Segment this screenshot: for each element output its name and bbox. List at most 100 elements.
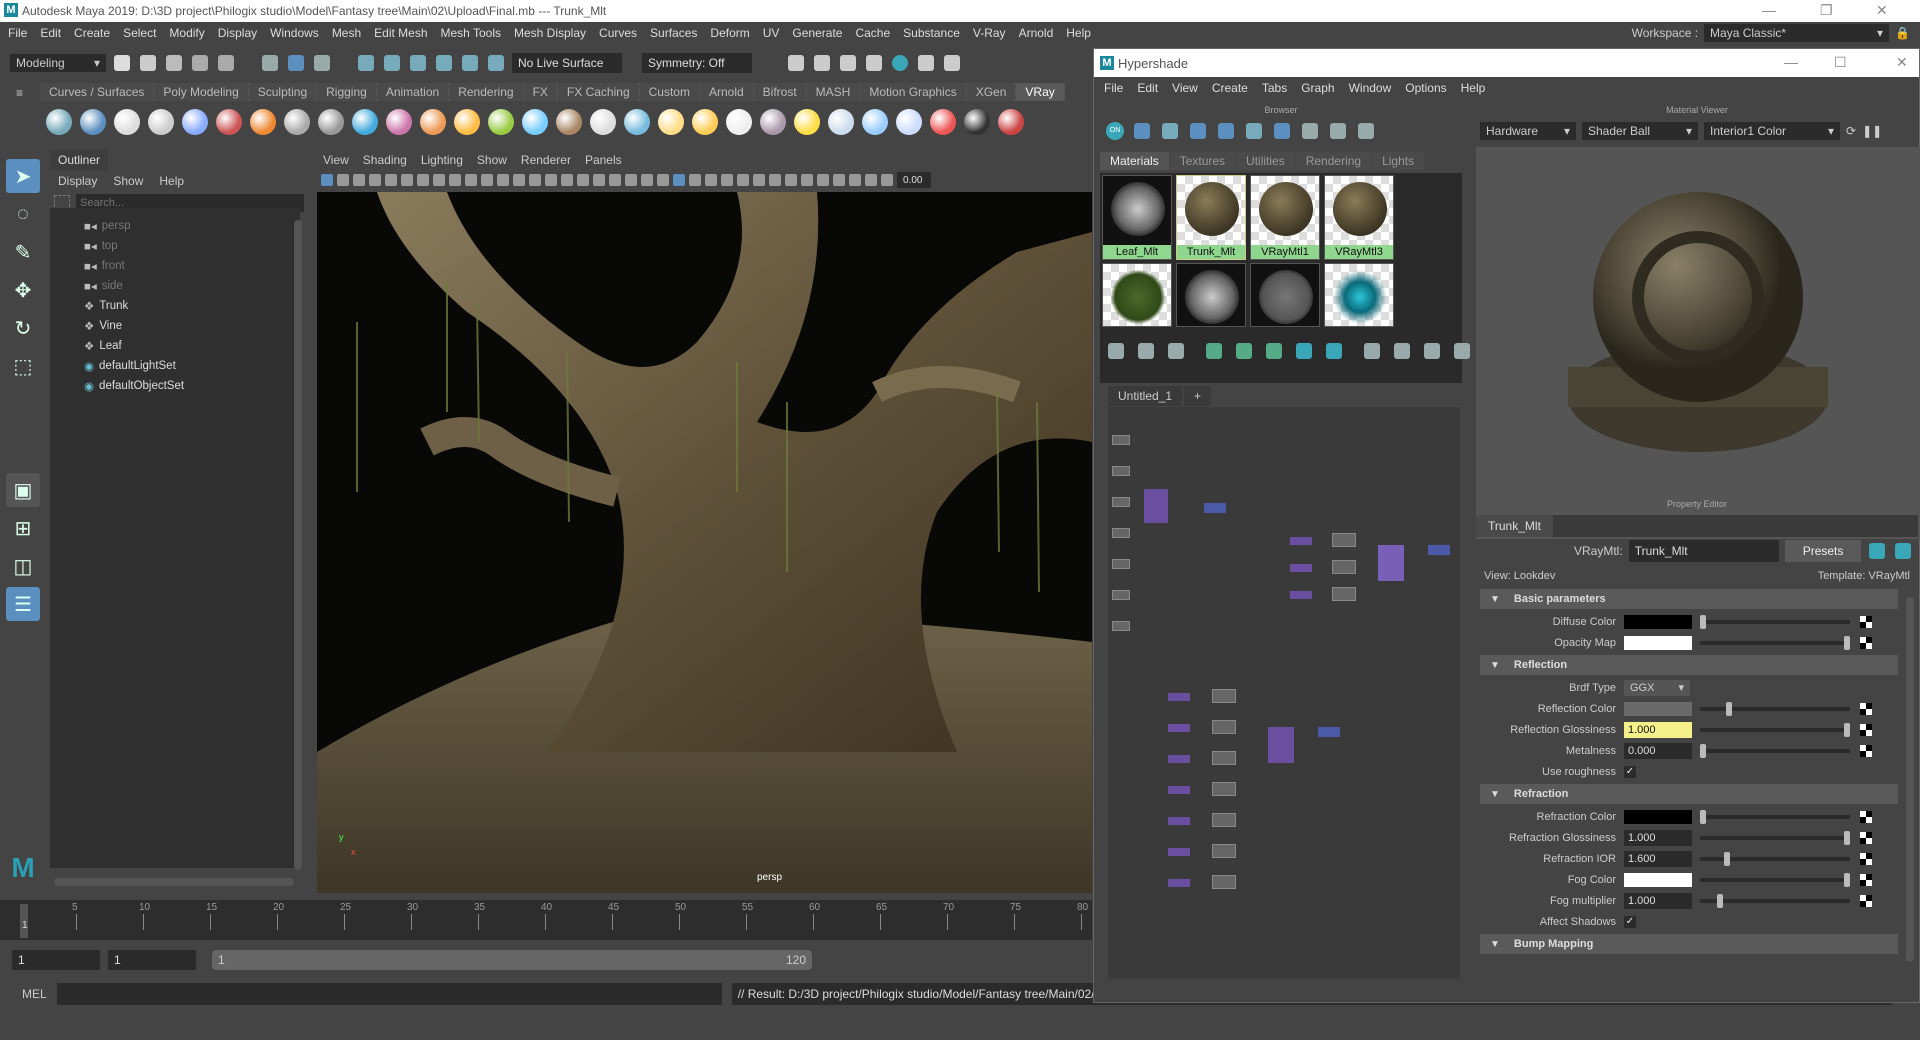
icon-view-icon[interactable] [1134, 123, 1150, 139]
menu-file[interactable]: File [8, 26, 27, 40]
vray-shelf-tool-icon[interactable] [284, 109, 310, 135]
graph-node[interactable] [1112, 590, 1130, 600]
map-texture-icon[interactable] [1860, 873, 1872, 886]
sort-name-icon[interactable] [1274, 123, 1290, 139]
menu-substance[interactable]: Substance [903, 26, 960, 40]
number-field[interactable]: 0.000 [1624, 742, 1692, 759]
collapse-triangle-icon[interactable]: ▼ [1490, 660, 1500, 671]
collapse-triangle-icon[interactable]: ▼ [1490, 789, 1500, 800]
sort-time-icon[interactable] [1330, 123, 1346, 139]
close-icon[interactable]: ✕ [1896, 54, 1908, 71]
select-tool-icon[interactable]: ➤ [6, 159, 40, 193]
close-icon[interactable]: ✕ [1876, 2, 1888, 19]
map-texture-icon[interactable] [1860, 831, 1872, 844]
render-view-icon[interactable] [918, 55, 934, 71]
viewport-tool-icon[interactable] [497, 174, 509, 186]
slider-handle[interactable] [1844, 635, 1850, 650]
viewport-menu-shading[interactable]: Shading [363, 153, 407, 167]
texture-swatch[interactable] [1102, 263, 1172, 327]
viewport-menu-lighting[interactable]: Lighting [421, 153, 463, 167]
texture-swatch[interactable] [1250, 263, 1320, 327]
graph-node[interactable] [1112, 435, 1130, 445]
hypershade-menu-edit[interactable]: Edit [1137, 81, 1158, 95]
refresh-icon[interactable] [1358, 123, 1374, 139]
shelf-tab-bifrost[interactable]: Bifrost [753, 83, 807, 101]
shelf-tab-vray[interactable]: VRay [1016, 83, 1065, 101]
browser-tab-materials[interactable]: Materials [1100, 152, 1169, 170]
hypershade-menu-view[interactable]: View [1172, 81, 1198, 95]
vray-shelf-tool-icon[interactable] [80, 109, 106, 135]
viewport-tool-icon[interactable] [561, 174, 573, 186]
add-selected-icon[interactable] [1236, 343, 1252, 359]
viewport-tool-icon[interactable] [417, 174, 429, 186]
viewport-tool-icon[interactable] [401, 174, 413, 186]
viewport-tool-icon[interactable] [353, 174, 365, 186]
geometry-dropdown[interactable]: Shader Ball ▾ [1582, 122, 1698, 140]
shelf-tab-motion-graphics[interactable]: Motion Graphics [860, 83, 967, 101]
viewport-tool-icon[interactable] [433, 174, 445, 186]
vray-shelf-tool-icon[interactable] [590, 109, 616, 135]
viewport-tool-icon[interactable] [705, 174, 717, 186]
attr-slider[interactable] [1700, 872, 1850, 887]
snap-grid-icon[interactable] [358, 55, 374, 71]
menu-mesh-display[interactable]: Mesh Display [514, 26, 586, 40]
material-name-field[interactable]: Trunk_Mlt [1628, 540, 1779, 562]
menu-mesh[interactable]: Mesh [332, 26, 361, 40]
outliner-item-defaultlightset[interactable]: ◉ defaultLightSet [50, 356, 300, 376]
vray-shelf-tool-icon[interactable] [148, 109, 174, 135]
section-bump-mapping[interactable]: ▼ Bump Mapping [1480, 934, 1898, 954]
viewport-tool-icon[interactable] [881, 174, 893, 186]
place2d-node[interactable] [1168, 817, 1190, 825]
viewport-tool-icon[interactable] [337, 174, 349, 186]
browser-tab-rendering[interactable]: Rendering [1295, 152, 1372, 170]
attr-slider[interactable] [1700, 743, 1850, 758]
hypershade-menu-create[interactable]: Create [1212, 81, 1248, 95]
viewport-tool-icon[interactable] [545, 174, 557, 186]
material-swatch-vraymtl1[interactable]: VRayMtl1 [1250, 175, 1320, 260]
viewport-menu-view[interactable]: View [323, 153, 349, 167]
start-time-field[interactable]: 1 [12, 950, 100, 970]
menu-create[interactable]: Create [74, 26, 110, 40]
slider-handle[interactable] [1717, 893, 1724, 908]
vray-shelf-tool-icon[interactable] [760, 109, 786, 135]
graph-node[interactable] [1112, 621, 1130, 631]
map-texture-icon[interactable] [1860, 702, 1872, 715]
collapse-triangle-icon[interactable]: ▼ [1490, 939, 1500, 950]
slider-handle[interactable] [1700, 614, 1706, 629]
browser-tab-utilities[interactable]: Utilities [1236, 152, 1295, 170]
number-field[interactable]: 1.000 [1624, 829, 1692, 846]
on-toggle[interactable]: ON [1106, 122, 1124, 140]
simple-view-icon[interactable] [1364, 343, 1380, 359]
live-surface-field[interactable]: No Live Surface [512, 53, 622, 73]
place2d-node[interactable] [1168, 755, 1190, 763]
viewport-tool-icon[interactable] [689, 174, 701, 186]
checkbox[interactable]: ✓ [1624, 915, 1636, 928]
slider-handle[interactable] [1725, 701, 1732, 716]
snap-curve-icon[interactable] [384, 55, 400, 71]
color-swatch[interactable] [1624, 614, 1692, 629]
four-pane-layout-icon[interactable]: ⊞ [6, 511, 40, 545]
input-output-icon[interactable] [1138, 343, 1154, 359]
graph-node[interactable] [1112, 466, 1130, 476]
viewport-tool-icon[interactable] [513, 174, 525, 186]
graph-node[interactable] [1112, 528, 1130, 538]
viewport-tool-icon[interactable] [769, 174, 781, 186]
select-component-icon[interactable] [314, 55, 330, 71]
input-connections-icon[interactable] [1108, 343, 1124, 359]
vray-shelf-tool-icon[interactable] [998, 109, 1024, 135]
outliner-layout-icon[interactable]: ☰ [6, 587, 40, 621]
vray-shelf-tool-icon[interactable] [930, 109, 956, 135]
copy-tab-icon[interactable] [1869, 543, 1886, 559]
viewport-tool-icon[interactable] [641, 174, 653, 186]
outliner-hscrollbar[interactable] [54, 878, 294, 886]
graph-node[interactable] [1112, 559, 1130, 569]
outliner-item-top[interactable]: ■◂ top [50, 236, 300, 256]
vray-shelf-tool-icon[interactable] [692, 109, 718, 135]
rotate-tool-icon[interactable]: ↻ [6, 311, 40, 345]
vray-shelf-tool-icon[interactable] [828, 109, 854, 135]
select-dropdown[interactable]: GGX ▾ [1624, 679, 1690, 696]
vray-shelf-tool-icon[interactable] [522, 109, 548, 135]
viewport-menu-show[interactable]: Show [477, 153, 507, 167]
slider-handle[interactable] [1844, 830, 1850, 845]
section-basic-parameters[interactable]: ▼ Basic parameters [1480, 589, 1898, 609]
